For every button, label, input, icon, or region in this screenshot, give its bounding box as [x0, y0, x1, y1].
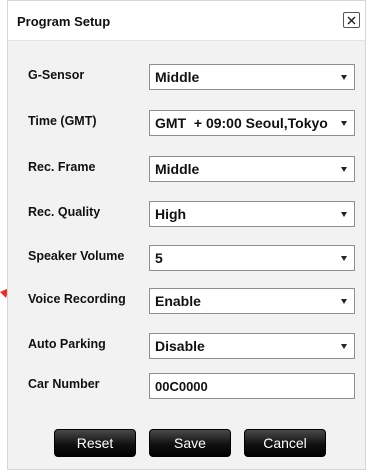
speaker-volume-select[interactable]: 5: [149, 245, 355, 271]
voice-recording-select[interactable]: Enable: [149, 288, 355, 314]
program-setup-dialog: Program Setup G-Sensor Middle Time (GMT)…: [7, 0, 366, 470]
rec-quality-value: High: [155, 206, 187, 222]
close-button[interactable]: [343, 12, 360, 28]
g-sensor-label: G-Sensor: [28, 68, 85, 82]
auto-parking-label: Auto Parking: [28, 337, 106, 351]
cancel-button[interactable]: Cancel: [244, 429, 326, 457]
dialog-title-bar: Program Setup: [8, 1, 365, 41]
chevron-down-icon: [341, 167, 347, 172]
auto-parking-select[interactable]: Disable: [149, 333, 355, 359]
dialog-title: Program Setup: [17, 14, 111, 29]
speaker-volume-value: 5: [155, 250, 163, 266]
time-gmt-value: GMT + 09:00 Seoul,Tokyo: [155, 115, 328, 131]
g-sensor-select[interactable]: Middle: [149, 64, 355, 90]
car-number-label: Car Number: [28, 377, 100, 391]
speaker-volume-label: Speaker Volume: [28, 249, 125, 263]
voice-recording-value: Enable: [155, 293, 201, 309]
rec-quality-label: Rec. Quality: [28, 205, 101, 219]
auto-parking-value: Disable: [155, 338, 205, 354]
chevron-down-icon: [341, 212, 347, 217]
chevron-down-icon: [341, 75, 347, 80]
time-gmt-label: Time (GMT): [28, 114, 97, 128]
rec-frame-value: Middle: [155, 161, 200, 177]
rec-frame-select[interactable]: Middle: [149, 156, 355, 182]
chevron-down-icon: [341, 299, 347, 304]
time-gmt-select[interactable]: GMT + 09:00 Seoul,Tokyo: [149, 110, 355, 136]
reset-button[interactable]: Reset: [54, 429, 136, 457]
g-sensor-value: Middle: [155, 69, 200, 85]
chevron-down-icon: [341, 121, 347, 126]
rec-quality-select[interactable]: High: [149, 201, 355, 227]
rec-frame-label: Rec. Frame: [28, 160, 96, 174]
voice-recording-label: Voice Recording: [28, 292, 126, 306]
close-x-icon: [347, 16, 356, 24]
chevron-down-icon: [341, 344, 347, 349]
car-number-input[interactable]: [149, 373, 355, 399]
chevron-down-icon: [341, 256, 347, 261]
save-button[interactable]: Save: [149, 429, 231, 457]
